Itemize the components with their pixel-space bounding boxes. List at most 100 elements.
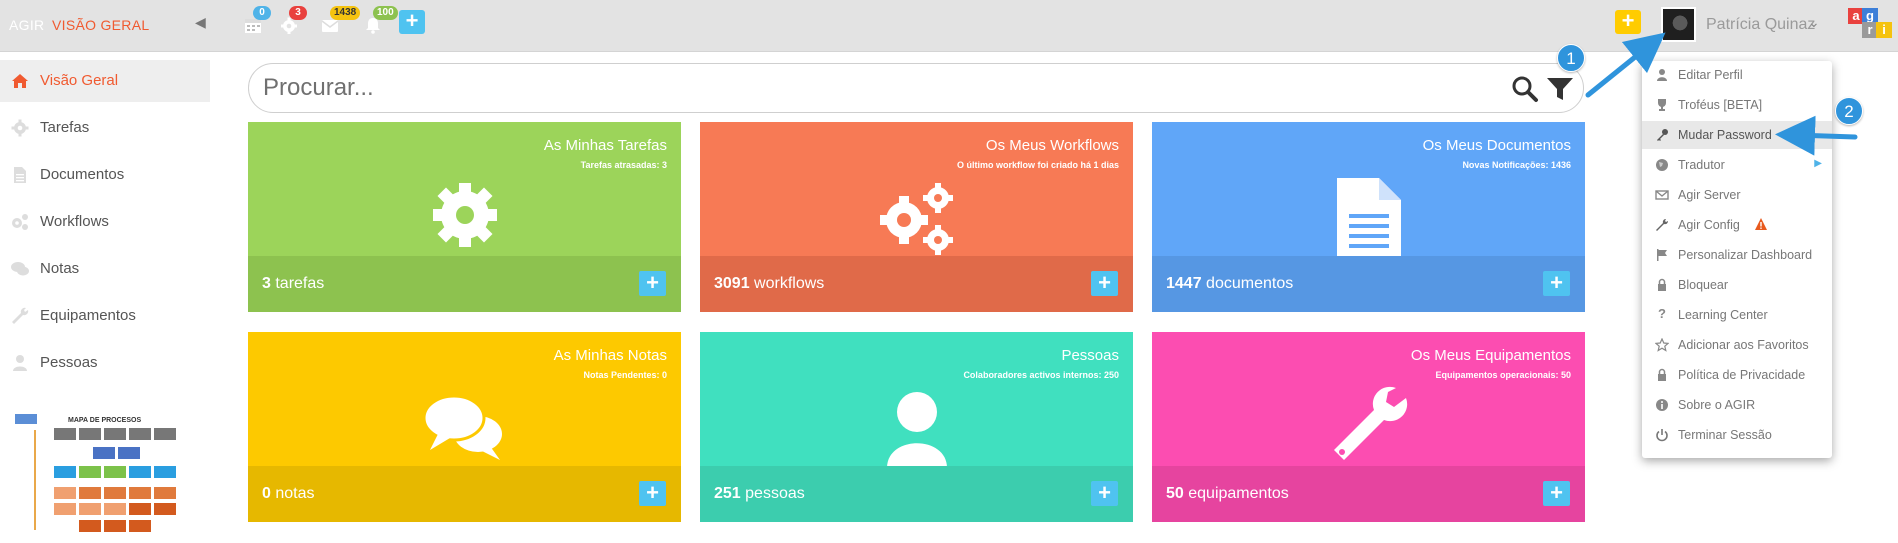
sidebar-item-label: Visão Geral [40, 72, 119, 89]
add-workflow-button[interactable]: + [1091, 271, 1118, 296]
sidebar-item-equipamentos[interactable]: Equipamentos [0, 295, 210, 337]
tile-people[interactable]: Pessoas Colaboradores activos internos: … [700, 332, 1133, 522]
tile-count: 0 notas [262, 485, 315, 502]
add-equipment-button[interactable]: + [1543, 481, 1570, 506]
tile-footer: 50 equipamentos + [1152, 466, 1585, 522]
menu-item-terminar-sessao[interactable]: Terminar Sessão [1642, 421, 1832, 449]
user-name[interactable]: Patrícia Quinaz [1706, 16, 1815, 34]
tile-subtitle: Colaboradores activos internos: 250 [963, 370, 1119, 380]
wrench-icon [1656, 218, 1669, 231]
callout-1: 1 [1557, 44, 1585, 72]
sidebar-item-label: Pessoas [40, 354, 98, 371]
sidebar-item-label: Notas [40, 260, 80, 277]
collapse-sidebar-icon[interactable]: ◀ [195, 14, 206, 31]
menu-item-trofeus[interactable]: Troféus [BETA] [1642, 91, 1832, 119]
process-map-thumbnail[interactable]: MAPA DE PROCESOS [12, 410, 184, 540]
wrench-icon [12, 307, 29, 324]
tile-title: Os Meus Documentos [1422, 137, 1571, 154]
tile-title: As Minhas Notas [553, 347, 667, 364]
sidebar-item-notas[interactable]: Notas [0, 248, 210, 290]
filter-icon[interactable] [1545, 75, 1575, 103]
brand-name[interactable]: AGIR [9, 17, 44, 33]
tile-title: Pessoas [1061, 347, 1119, 364]
tile-count: 251 pessoas [714, 485, 805, 502]
add-document-button[interactable]: + [1543, 271, 1570, 296]
tile-footer: 3091 workflows + [700, 256, 1133, 312]
gears-icon [12, 214, 28, 230]
tile-count: 50 equipamentos [1166, 485, 1289, 502]
calendar-icon[interactable]: 0 [243, 6, 271, 37]
tile-count: 3091 workflows [714, 275, 825, 292]
key-icon [1657, 129, 1668, 141]
wrench-icon [1333, 386, 1407, 460]
favorites-add-button[interactable]: + [1615, 10, 1641, 34]
add-task-button[interactable]: + [639, 271, 666, 296]
globe-icon [1656, 159, 1668, 171]
menu-item-adicionar-favoritos[interactable]: Adicionar aos Favoritos [1642, 331, 1832, 359]
tile-subtitle: O último workflow foi criado há 1 dias [956, 160, 1119, 170]
sidebar-item-label: Equipamentos [40, 307, 136, 324]
agir-logo[interactable]: a g r i [1848, 8, 1892, 44]
sidebar-item-label: Workflows [40, 213, 109, 230]
tile-subtitle: Equipamentos operacionais: 50 [1435, 370, 1571, 380]
menu-item-tradutor[interactable]: Tradutor ▶ [1642, 151, 1832, 179]
search-input[interactable] [263, 74, 1463, 102]
search-bar [248, 63, 1584, 113]
menu-item-sobre-agir[interactable]: Sobre o AGIR [1642, 391, 1832, 419]
tasks-badge: 3 [289, 6, 307, 20]
messages-badge: 1438 [330, 6, 361, 20]
chevron-down-icon[interactable]: ⌄ [1808, 14, 1820, 31]
tile-title: Os Meus Workflows [985, 137, 1119, 154]
sidebar-item-label: Tarefas [40, 119, 90, 136]
lock-icon [1658, 368, 1666, 381]
user-dropdown-menu: Editar Perfil Troféus [BETA] Mudar Passw… [1642, 61, 1832, 458]
tile-footer: 251 pessoas + [700, 466, 1133, 522]
menu-item-politica-privacidade[interactable]: Política de Privacidade [1642, 361, 1832, 389]
menu-item-learning-center[interactable]: ? Learning Center [1642, 301, 1832, 329]
top-bar: AGIR VISÃO GERAL ◀ 0 3 1438 100 + + Patr… [0, 0, 1898, 52]
submenu-arrow-icon: ▶ [1814, 158, 1822, 169]
tile-footer: 0 notas + [248, 466, 681, 522]
messages-icon[interactable]: 1438 [320, 6, 361, 37]
tile-my-tasks[interactable]: As Minhas Tarefas Tarefas atrasadas: 3 3… [248, 122, 681, 312]
gear-icon [432, 183, 497, 247]
sidebar-item-visao-geral[interactable]: Visão Geral [0, 60, 210, 102]
menu-item-bloquear[interactable]: Bloquear [1642, 271, 1832, 299]
add-person-button[interactable]: + [1091, 481, 1118, 506]
sidebar-item-pessoas[interactable]: Pessoas [0, 342, 210, 384]
menu-item-editar-perfil[interactable]: Editar Perfil [1642, 61, 1832, 89]
tile-my-documents[interactable]: Os Meus Documentos Novas Notificações: 1… [1152, 122, 1585, 312]
tasks-gear-icon[interactable]: 3 [279, 6, 307, 37]
avatar[interactable] [1661, 7, 1696, 42]
calendar-badge: 0 [253, 6, 271, 20]
menu-item-agir-config[interactable]: Agir Config [1642, 211, 1832, 239]
user-icon [13, 355, 27, 371]
user-icon [886, 392, 947, 468]
tile-title: Os Meus Equipamentos [1410, 347, 1571, 364]
envelope-icon [1655, 190, 1669, 200]
menu-item-personalizar-dashboard[interactable]: Personalizar Dashboard [1642, 241, 1832, 269]
sidebar-item-tarefas[interactable]: Tarefas [0, 107, 210, 149]
tile-my-equipment[interactable]: Os Meus Equipamentos Equipamentos operac… [1152, 332, 1585, 522]
process-map-title: MAPA DE PROCESOS [68, 417, 141, 424]
quick-add-button[interactable]: + [399, 10, 425, 34]
notifications-badge: 100 [373, 6, 398, 20]
add-note-button[interactable]: + [639, 481, 666, 506]
tile-my-notes[interactable]: As Minhas Notas Notas Pendentes: 0 0 not… [248, 332, 681, 522]
flag-icon [1657, 249, 1667, 261]
search-icon[interactable] [1511, 75, 1539, 103]
menu-item-agir-server[interactable]: Agir Server [1642, 181, 1832, 209]
tile-my-workflows[interactable]: Os Meus Workflows O último workflow foi … [700, 122, 1133, 312]
trophy-icon [1658, 99, 1666, 111]
tile-title: As Minhas Tarefas [543, 137, 667, 154]
user-icon [1657, 69, 1667, 81]
question-icon: ? [1658, 306, 1666, 321]
star-icon [1655, 338, 1669, 352]
tile-subtitle: Tarefas atrasadas: 3 [580, 160, 667, 170]
sidebar-item-documentos[interactable]: Documentos [0, 154, 210, 196]
bell-icon[interactable]: 100 [363, 6, 398, 37]
menu-item-mudar-password[interactable]: Mudar Password [1642, 121, 1832, 149]
sidebar-item-label: Documentos [40, 166, 125, 183]
tile-count: 3 tarefas [262, 275, 325, 292]
sidebar-item-workflows[interactable]: Workflows [0, 201, 210, 243]
